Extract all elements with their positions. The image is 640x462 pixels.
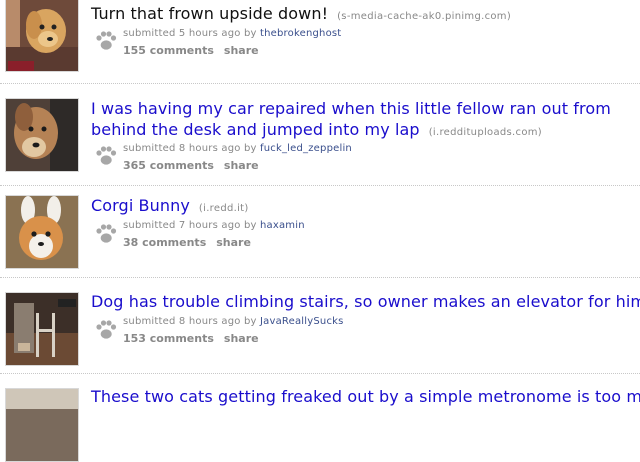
post-meta: submitted 8 hours ago by fuck_led_zeppel…	[123, 142, 352, 156]
post-thumbnail[interactable]	[5, 0, 79, 72]
post-title-link[interactable]: Turn that frown upside down!	[91, 4, 328, 23]
corgi-photo-icon	[6, 196, 78, 268]
comments-link[interactable]: 365 comments	[123, 159, 214, 172]
post-actions: 153 comments share	[123, 331, 269, 346]
post-divider	[0, 277, 640, 278]
post-thumbnail[interactable]	[5, 195, 79, 269]
share-link[interactable]: share	[224, 44, 259, 57]
post-thumbnail[interactable]	[5, 98, 79, 172]
paw-print-icon	[96, 320, 117, 339]
share-link[interactable]: share	[224, 159, 259, 172]
author-link[interactable]: JavaReallySucks	[260, 316, 344, 327]
post-divider	[0, 185, 640, 186]
submitted-text: submitted 7 hours ago by	[123, 220, 257, 231]
submitted-text: submitted 8 hours ago by	[123, 316, 257, 327]
post-divider	[0, 373, 640, 374]
paw-print-icon	[96, 146, 117, 165]
post-actions: 365 comments share	[123, 158, 269, 173]
post-meta: submitted 8 hours ago by JavaReallySucks	[123, 315, 344, 329]
dog-photo-icon	[6, 99, 78, 171]
paw-print-icon	[96, 31, 117, 50]
post-divider	[0, 83, 640, 84]
post-thumbnail[interactable]	[5, 388, 79, 462]
post-thumbnail[interactable]	[5, 292, 79, 366]
author-link[interactable]: fuck_led_zeppelin	[260, 143, 352, 154]
author-link[interactable]: haxamin	[260, 220, 305, 231]
post-meta: submitted 5 hours ago by thebrokenghost	[123, 27, 341, 41]
post-actions: 38 comments share	[123, 235, 261, 250]
author-link[interactable]: thebrokenghost	[260, 28, 341, 39]
dog-photo-icon	[6, 0, 78, 71]
post-domain[interactable]: (i.redd.it)	[199, 203, 249, 214]
post-domain[interactable]: (i.reddituploads.com)	[429, 127, 542, 138]
post-title-line: I was having my car repaired when this l…	[91, 98, 640, 143]
comments-link[interactable]: 38 comments	[123, 236, 206, 249]
post-domain[interactable]: (s-media-cache-ak0.pinimg.com)	[337, 11, 511, 22]
post-feed: Turn that frown upside down! (s-media-cac…	[0, 0, 640, 462]
post-title-line: These two cats getting freaked out by a …	[91, 386, 640, 407]
submitted-text: submitted 5 hours ago by	[123, 28, 257, 39]
post-actions: 155 comments share	[123, 43, 269, 58]
stairs-photo-icon	[6, 293, 78, 365]
comments-link[interactable]: 153 comments	[123, 332, 214, 345]
post-title-line: Turn that frown upside down! (s-media-cac…	[91, 3, 640, 27]
post-title-line: Dog has trouble climbing stairs, so owne…	[91, 291, 640, 315]
post-meta: submitted 7 hours ago by haxamin	[123, 219, 305, 233]
post-title-link[interactable]: Dog has trouble climbing stairs, so owne…	[91, 292, 640, 311]
post-title-link[interactable]: Corgi Bunny	[91, 196, 190, 215]
comments-link[interactable]: 155 comments	[123, 44, 214, 57]
post-title-link[interactable]: These two cats getting freaked out by a …	[91, 387, 640, 406]
share-link[interactable]: share	[224, 332, 259, 345]
post-title-line: Corgi Bunny (i.redd.it)	[91, 195, 640, 219]
submitted-text: submitted 8 hours ago by	[123, 143, 257, 154]
paw-print-icon	[96, 224, 117, 243]
share-link[interactable]: share	[216, 236, 251, 249]
